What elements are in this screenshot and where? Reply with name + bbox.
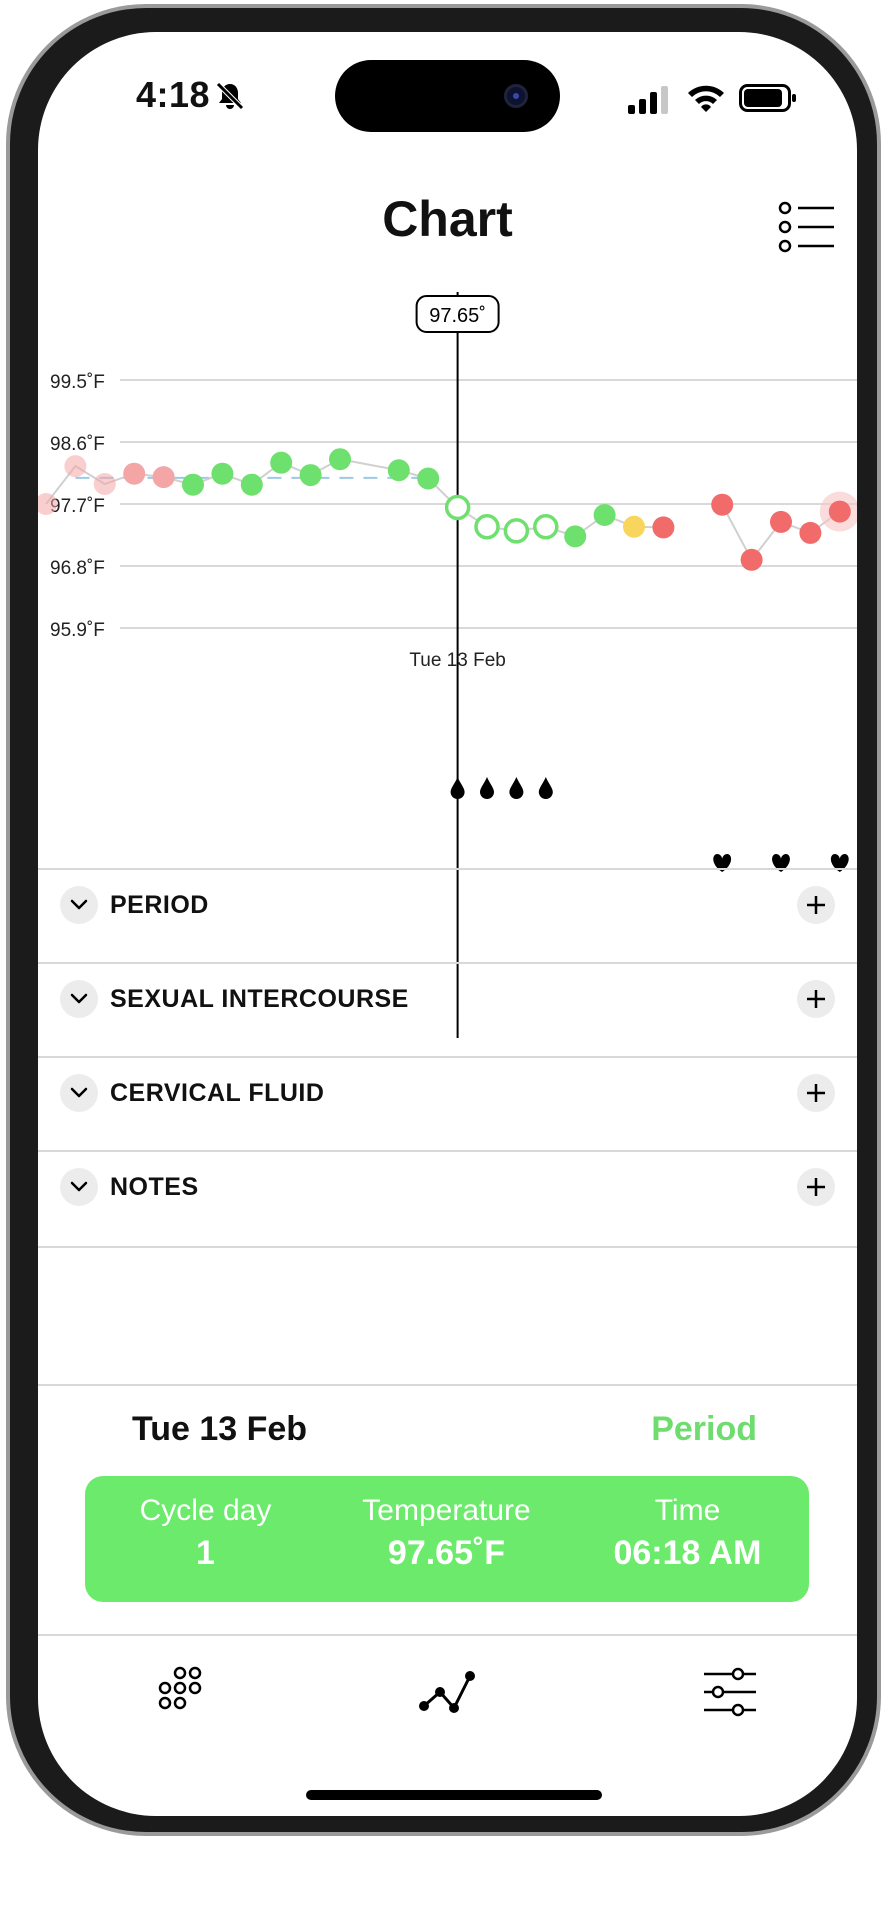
chevron-down-icon[interactable]	[60, 1074, 98, 1112]
data-point[interactable]	[64, 455, 87, 478]
sliders-icon[interactable]	[700, 1662, 760, 1722]
data-point[interactable]	[240, 473, 263, 496]
add-period-button[interactable]	[797, 886, 835, 924]
y-tick-label: 95.9˚F	[50, 620, 105, 641]
time-value: 06:18 AM	[613, 1534, 762, 1572]
status-time: 4:18	[136, 74, 211, 115]
chevron-down-icon[interactable]	[60, 1168, 98, 1206]
chevron-down-icon[interactable]	[60, 886, 98, 924]
section-label: SEXUAL INTERCOURSE	[110, 985, 409, 1013]
data-point[interactable]	[387, 459, 410, 482]
data-point[interactable]	[623, 515, 645, 538]
data-point[interactable]	[593, 504, 616, 527]
selected-date-label: Tue 13 Feb	[409, 650, 505, 671]
time-label: Time	[654, 1494, 721, 1527]
home-indicator	[306, 1790, 602, 1800]
data-point[interactable]	[533, 513, 559, 540]
cycle-day-value: 1	[196, 1534, 215, 1572]
section-notes: NOTES	[38, 1150, 857, 1248]
data-point[interactable]	[444, 494, 471, 521]
add-cervical-fluid-button[interactable]	[797, 1074, 835, 1112]
cycle-day-column: Cycle day 1	[85, 1494, 326, 1573]
data-point[interactable]	[211, 462, 234, 485]
temperature-value: 97.65˚F	[387, 1534, 506, 1572]
list-icon[interactable]	[778, 200, 836, 254]
y-tick-label: 97.7˚F	[50, 496, 105, 517]
data-point[interactable]	[299, 464, 322, 487]
drop-icon	[480, 777, 494, 799]
data-point[interactable]	[564, 525, 587, 548]
device-frame: 4:18 Chart 99.5˚F 98.6˚F 97.7˚F 96.8˚F 9…	[6, 4, 881, 1836]
data-point[interactable]	[123, 462, 146, 485]
chevron-down-icon[interactable]	[60, 980, 98, 1018]
battery-icon	[739, 84, 796, 112]
chart-line-icon[interactable]	[418, 1662, 478, 1722]
y-tick-label: 96.8˚F	[50, 558, 105, 579]
data-point[interactable]	[152, 466, 175, 489]
data-point[interactable]	[182, 473, 204, 496]
add-note-button[interactable]	[797, 1168, 835, 1206]
time-column: Time 06:18 AM	[567, 1494, 808, 1573]
data-point[interactable]	[93, 473, 116, 496]
data-point[interactable]	[799, 521, 822, 544]
section-cervical-fluid: CERVICAL FLUID	[38, 1056, 857, 1152]
data-point[interactable]	[417, 467, 440, 490]
section-sexual-intercourse: SEXUAL INTERCOURSE	[38, 962, 857, 1058]
data-point[interactable]	[711, 493, 734, 516]
data-point[interactable]	[503, 518, 530, 544]
page-title: Chart	[382, 191, 513, 247]
data-point[interactable]	[474, 513, 500, 540]
calendar-dots-icon[interactable]	[150, 1662, 210, 1722]
selected-value-label: 97.65˚	[429, 305, 486, 327]
section-period: PERIOD	[38, 868, 857, 964]
data-point[interactable]	[270, 451, 293, 474]
drop-icon	[509, 777, 524, 799]
bell-muted-icon	[216, 82, 244, 110]
drop-icon	[538, 777, 553, 799]
screen: 4:18 Chart 99.5˚F 98.6˚F 97.7˚F 96.8˚F 9…	[38, 32, 857, 1816]
cellular-signal-icon	[628, 86, 668, 114]
day-type-label: Period	[651, 1410, 757, 1448]
temperature-column: Temperature 97.65˚F	[326, 1494, 567, 1573]
camera-icon	[504, 84, 528, 108]
wifi-icon	[688, 85, 724, 112]
section-label: PERIOD	[110, 891, 209, 919]
data-point[interactable]	[740, 548, 763, 571]
y-tick-label: 98.6˚F	[50, 434, 105, 455]
data-point[interactable]	[652, 516, 675, 539]
dynamic-island	[335, 60, 560, 132]
data-point[interactable]	[828, 500, 851, 523]
selected-date: Tue 13 Feb	[132, 1410, 308, 1448]
y-tick-label: 99.5˚F	[50, 372, 105, 393]
add-intercourse-button[interactable]	[797, 980, 835, 1018]
day-summary-card[interactable]: Cycle day 1 Temperature 97.65˚F Time 06:…	[85, 1476, 809, 1602]
data-point[interactable]	[770, 510, 792, 533]
temperature-label: Temperature	[362, 1494, 531, 1527]
tab-bar-divider	[38, 1634, 857, 1636]
section-label: CERVICAL FLUID	[110, 1079, 325, 1107]
divider	[38, 1384, 857, 1386]
cycle-day-label: Cycle day	[139, 1494, 272, 1527]
section-label: NOTES	[110, 1173, 199, 1201]
drop-icon	[450, 777, 465, 799]
data-point[interactable]	[329, 448, 351, 471]
